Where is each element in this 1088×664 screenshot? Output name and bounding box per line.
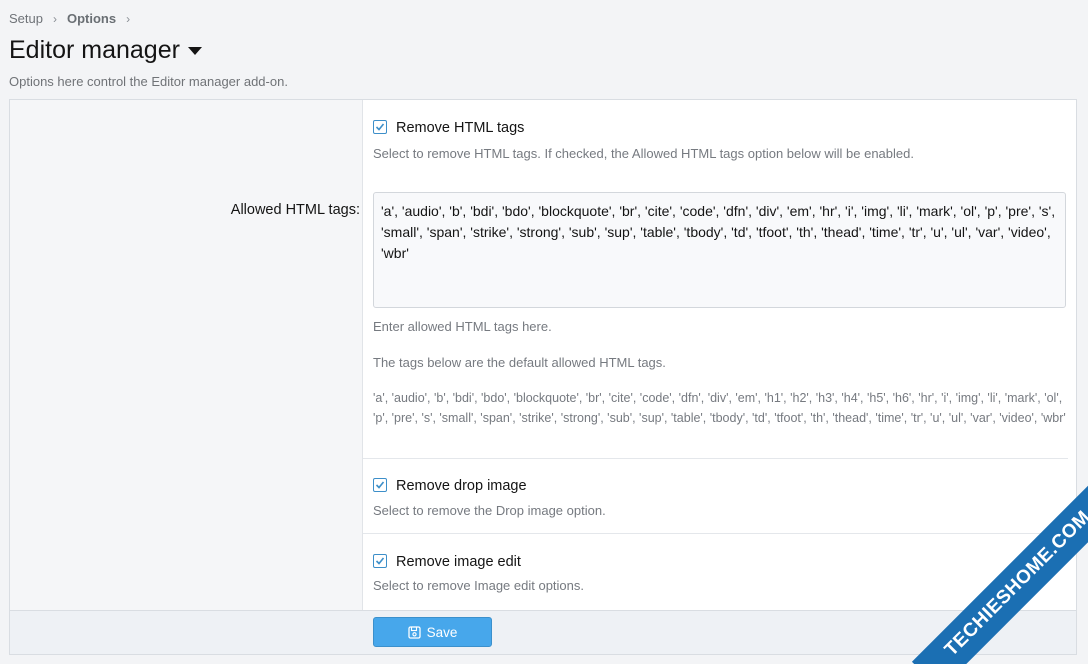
options-panel: Remove HTML tags Select to remove HTML t… [9, 99, 1077, 655]
chevron-right-icon: › [52, 11, 57, 26]
remove-image-edit-hint: Select to remove Image edit options. [373, 578, 585, 593]
form-footer: Save [10, 610, 1076, 654]
remove-drop-image-label: Remove drop image [396, 478, 527, 494]
default-tags-intro: The tags below are the default allowed H… [373, 355, 666, 370]
chevron-right-icon: › [126, 11, 131, 26]
remove-html-tags-checkbox[interactable] [373, 119, 387, 134]
breadcrumb-options[interactable]: Options [67, 11, 116, 26]
save-button-label: Save [426, 624, 458, 640]
page-title[interactable]: Editor manager [9, 36, 202, 65]
page-description: Options here control the Editor manager … [9, 74, 288, 89]
breadcrumb-setup[interactable]: Setup [9, 11, 43, 26]
remove-image-edit-option[interactable]: Remove image edit [373, 553, 521, 571]
allowed-html-tags-label: Allowed HTML tags: [230, 202, 360, 218]
allowed-html-tags-input[interactable] [373, 192, 1066, 308]
allowed-html-tags-hint: Enter allowed HTML tags here. [373, 319, 552, 334]
default-tags-list: 'a', 'audio', 'b', 'bdi', 'bdo', 'blockq… [373, 391, 1066, 425]
remove-drop-image-checkbox[interactable] [373, 477, 387, 492]
check-icon [375, 481, 385, 489]
breadcrumb: Setup › Options › [9, 11, 140, 26]
remove-image-edit-label: Remove image edit [396, 554, 521, 570]
divider [363, 458, 1068, 459]
page-title-text: Editor manager [9, 36, 180, 64]
remove-html-tags-label: Remove HTML tags [396, 120, 525, 136]
check-icon [375, 557, 385, 565]
remove-drop-image-option[interactable]: Remove drop image [373, 477, 527, 495]
check-icon [375, 123, 385, 131]
caret-down-icon[interactable] [187, 47, 202, 56]
label-column [10, 100, 363, 610]
divider [363, 533, 1068, 534]
save-button[interactable]: Save [373, 617, 492, 647]
remove-html-tags-option[interactable]: Remove HTML tags [373, 119, 524, 137]
remove-html-tags-hint: Select to remove HTML tags. If checked, … [373, 146, 914, 161]
remove-drop-image-hint: Select to remove the Drop image option. [373, 503, 606, 518]
remove-image-edit-checkbox[interactable] [373, 553, 387, 568]
save-icon [407, 625, 421, 639]
